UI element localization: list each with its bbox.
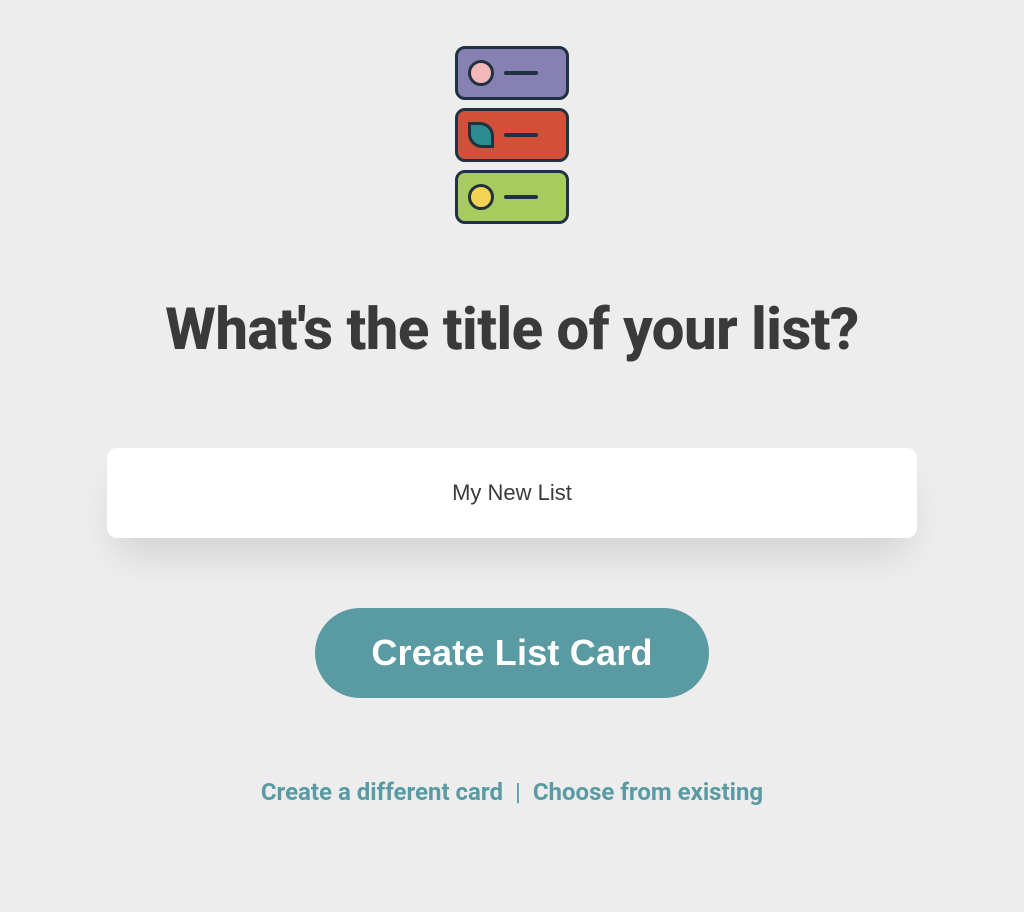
- yellow-circle-icon: [468, 184, 494, 210]
- choose-from-existing-link[interactable]: Choose from existing: [533, 778, 763, 806]
- line-icon: [504, 71, 538, 75]
- list-illustration-icon: [455, 46, 569, 224]
- illustration-row-icon: [455, 46, 569, 100]
- line-icon: [504, 195, 538, 199]
- create-list-card-button[interactable]: Create List Card: [315, 608, 708, 698]
- pink-circle-icon: [468, 60, 494, 86]
- create-list-dialog: What's the title of your list? Create Li…: [0, 0, 1024, 912]
- create-different-card-link[interactable]: Create a different card: [261, 778, 503, 806]
- title-input-wrap: [107, 448, 917, 538]
- separator: |: [515, 778, 521, 806]
- leaf-icon: [468, 122, 494, 148]
- illustration-row-icon: [455, 170, 569, 224]
- illustration-row-icon: [455, 108, 569, 162]
- page-title: What's the title of your list?: [165, 296, 859, 364]
- list-title-input[interactable]: [107, 448, 917, 538]
- secondary-actions: Create a different card | Choose from ex…: [261, 778, 763, 806]
- line-icon: [504, 133, 538, 137]
